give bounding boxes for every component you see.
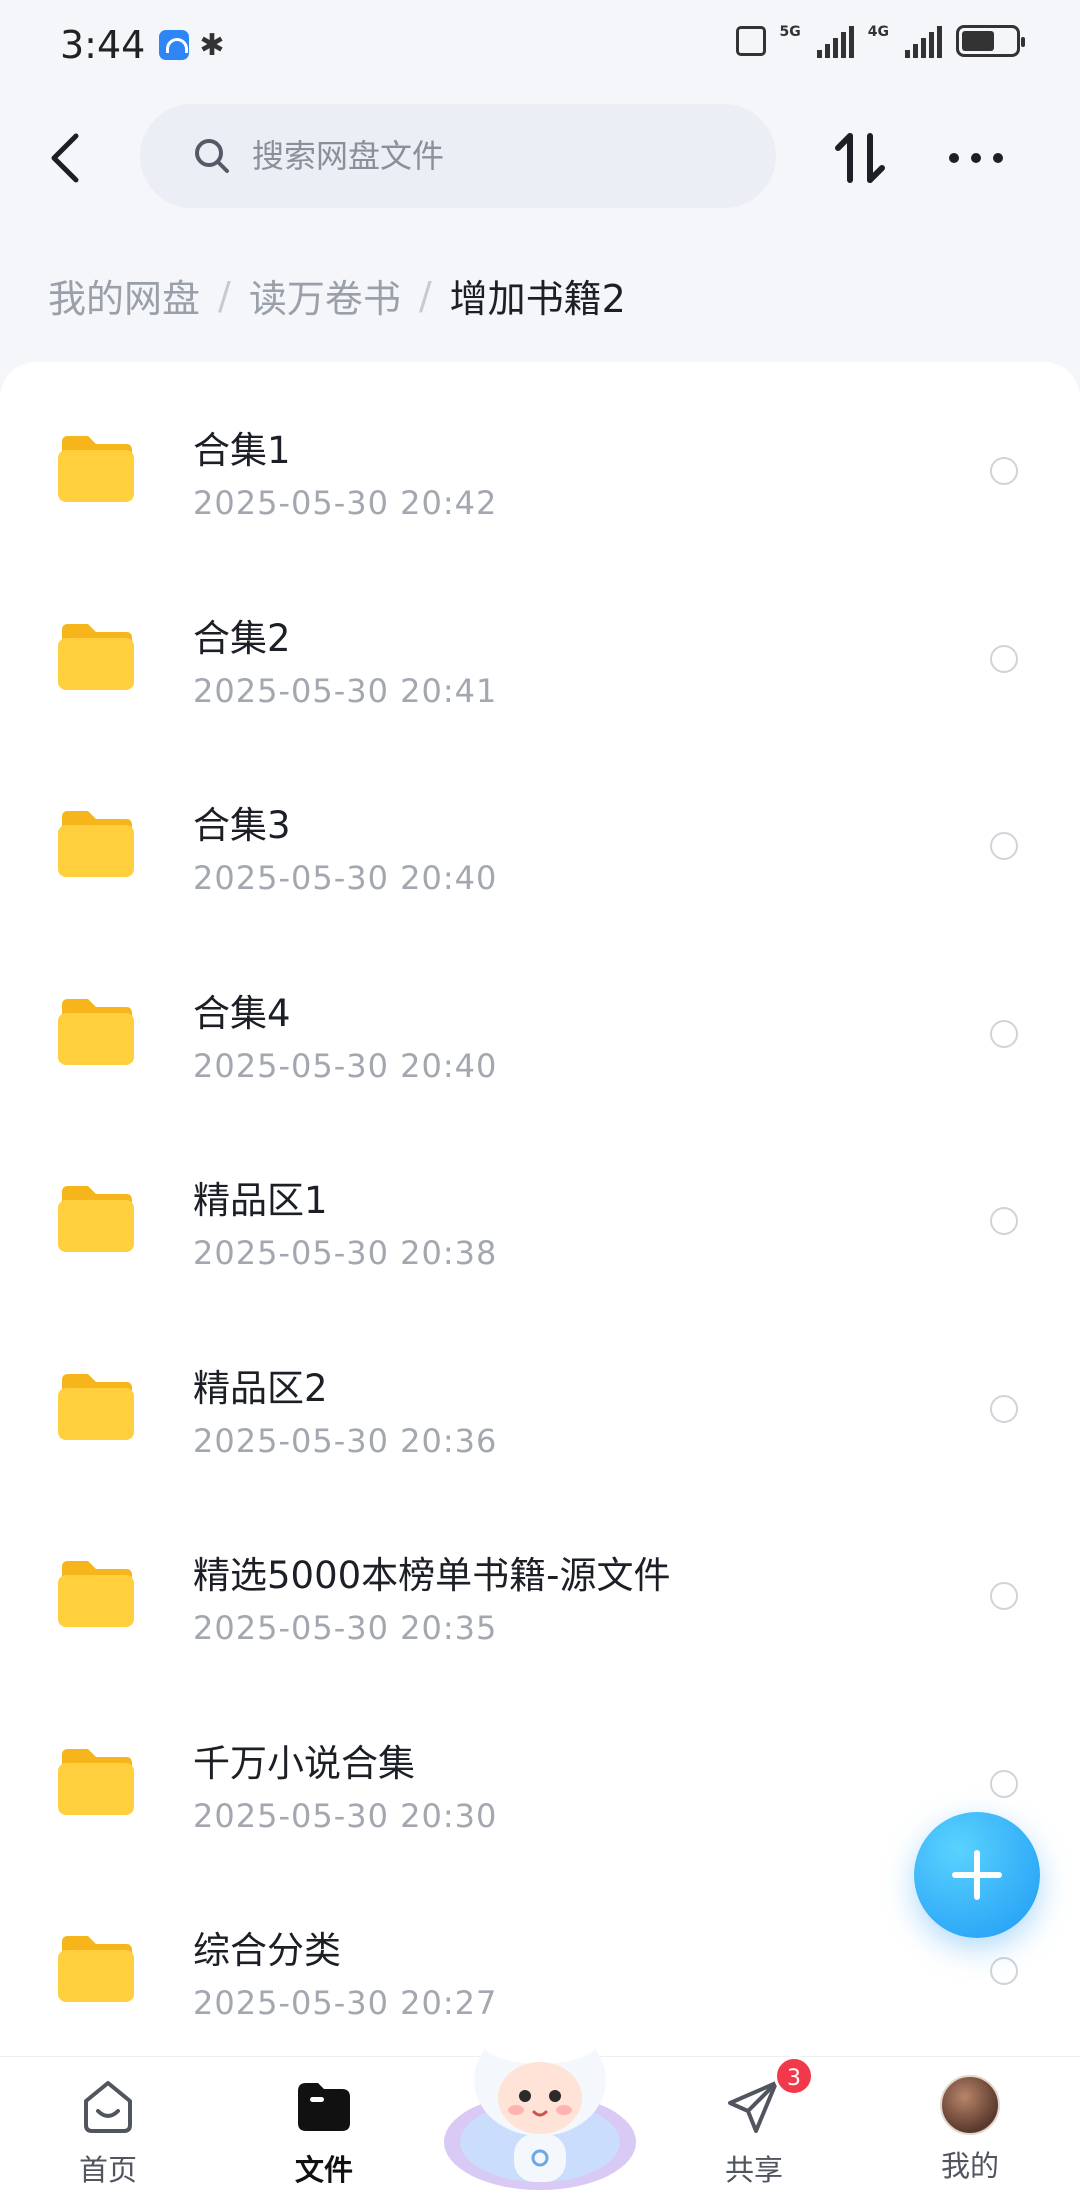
breadcrumb-separator: / <box>218 273 231 318</box>
file-name: 合集1 <box>193 429 291 472</box>
file-name: 精品区1 <box>193 1179 328 1222</box>
breadcrumb-item-my-drive[interactable]: 我的网盘 <box>48 268 200 323</box>
wifi-icon <box>159 30 190 60</box>
add-button[interactable] <box>914 1812 1040 1938</box>
file-name: 精选5000本榜单书籍-源文件 <box>193 1554 671 1597</box>
select-checkbox[interactable] <box>990 644 1018 673</box>
search-input[interactable] <box>252 137 692 175</box>
select-checkbox[interactable] <box>990 1582 1018 1610</box>
file-row[interactable]: 精品区2 2025-05-30 20:36 <box>0 1300 1080 1488</box>
sort-icon <box>835 133 885 183</box>
mascot-button[interactable] <box>440 2000 640 2200</box>
file-row[interactable]: 精选5000本榜单书籍-源文件 2025-05-30 20:35 <box>0 1487 1080 1675</box>
file-row[interactable]: 合集4 2025-05-30 20:40 <box>0 925 1080 1113</box>
file-row[interactable]: 合集2 2025-05-30 20:41 <box>0 550 1080 738</box>
file-name: 千万小说合集 <box>193 1741 415 1785</box>
folder-icon <box>58 1186 134 1252</box>
folder-icon <box>58 998 134 1065</box>
folder-icon <box>58 1936 134 2002</box>
breadcrumb-separator: / <box>418 273 432 318</box>
folder-icon <box>58 1748 134 1815</box>
file-name: 合集2 <box>193 616 291 660</box>
file-name: 合集3 <box>193 804 291 847</box>
file-date: 2025-05-30 20:38 <box>193 1234 498 1272</box>
select-checkbox[interactable] <box>990 457 1018 485</box>
breadcrumb-item-folder[interactable]: 读万卷书 <box>249 268 401 323</box>
file-row[interactable]: 合集3 2025-05-30 20:40 <box>0 737 1080 925</box>
battery-icon <box>956 25 1025 57</box>
file-row[interactable]: 合集1 2025-05-30 20:42 <box>0 362 1080 550</box>
file-date: 2025-05-30 20:30 <box>193 1796 498 1835</box>
back-arrow-icon <box>51 133 79 183</box>
status-time: 3:44 <box>60 23 146 67</box>
file-name: 精品区2 <box>193 1366 328 1410</box>
select-checkbox[interactable] <box>990 1394 1018 1423</box>
signal-icon <box>905 24 942 58</box>
more-button[interactable] <box>946 128 1006 188</box>
share-badge: 3 <box>774 2056 814 2096</box>
network-label-2: 4G <box>867 24 889 40</box>
tab-mine[interactable]: 我的 <box>910 2075 1030 2195</box>
bluetooth-icon: ✱ <box>199 27 225 63</box>
file-name: 合集4 <box>193 991 291 1035</box>
file-date: 2025-05-30 20:40 <box>193 859 498 897</box>
select-checkbox[interactable] <box>990 1019 1018 1048</box>
more-icon <box>949 153 1003 163</box>
select-checkbox[interactable] <box>990 832 1018 860</box>
breadcrumb: 我的网盘 / 读万卷书 / 增加书籍2 <box>48 268 626 323</box>
select-checkbox[interactable] <box>990 1207 1018 1235</box>
file-date: 2025-05-30 20:36 <box>193 1421 498 1460</box>
plus-icon <box>952 1850 1002 1900</box>
files-icon <box>298 2083 350 2131</box>
breadcrumb-item-current: 增加书籍2 <box>449 277 626 321</box>
select-checkbox[interactable] <box>990 1957 1018 1985</box>
file-row[interactable]: 精品区1 2025-05-30 20:38 <box>0 1112 1080 1300</box>
file-date: 2025-05-30 20:35 <box>193 1609 498 1647</box>
file-date: 2025-05-30 20:40 <box>193 1046 498 1085</box>
tab-mine-label: 我的 <box>940 2149 999 2183</box>
select-checkbox[interactable] <box>990 1769 1018 1798</box>
network-label-1: 5G <box>779 24 801 40</box>
folder-icon <box>58 436 134 502</box>
tab-home[interactable]: 首页 <box>48 2075 168 2195</box>
home-icon <box>84 2081 132 2133</box>
tab-files-label: 文件 <box>294 2153 353 2187</box>
folder-icon <box>58 1561 134 1627</box>
signal-icon <box>816 24 854 58</box>
sort-button[interactable] <box>830 128 890 188</box>
tab-home-label: 首页 <box>78 2153 137 2187</box>
folder-icon <box>58 811 134 877</box>
folder-icon <box>58 623 134 690</box>
file-list: 合集1 2025-05-30 20:42 合集2 2025-05-30 20:4… <box>0 362 1080 2060</box>
search-box[interactable] <box>140 104 776 208</box>
file-date: 2025-05-30 20:42 <box>193 484 498 522</box>
back-button[interactable] <box>38 128 98 188</box>
file-row[interactable]: 千万小说合集 2025-05-30 20:30 <box>0 1675 1080 1863</box>
tab-share-label: 共享 <box>724 2153 783 2187</box>
avatar <box>940 2075 1000 2135</box>
header <box>0 100 1080 212</box>
file-date: 2025-05-30 20:41 <box>193 671 498 710</box>
mascot-icon <box>444 2016 636 2190</box>
folder-icon <box>58 1373 134 1440</box>
tab-files[interactable]: 文件 <box>264 2075 384 2195</box>
search-icon <box>195 139 229 173</box>
status-bar: 3:44 ✱ 5G 4G <box>0 0 1080 90</box>
file-name: 综合分类 <box>193 1929 341 1972</box>
vibrate-icon <box>735 26 766 56</box>
